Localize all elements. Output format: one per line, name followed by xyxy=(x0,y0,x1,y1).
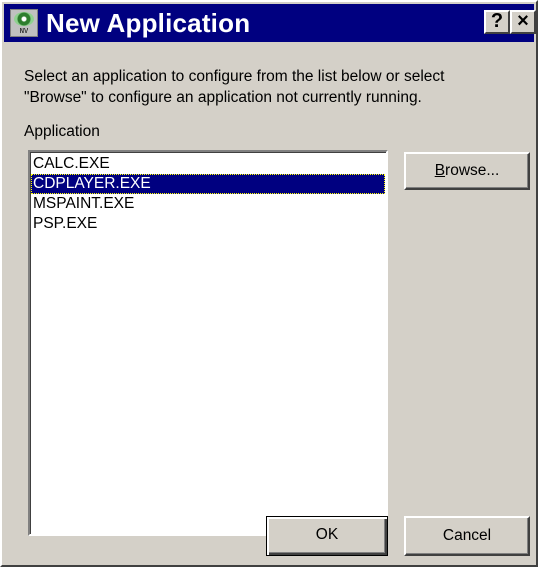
close-button[interactable]: × xyxy=(510,10,536,34)
list-item[interactable]: MSPAINT.EXE xyxy=(31,194,385,214)
app-disc-icon: NV xyxy=(10,9,38,37)
list-item[interactable]: CALC.EXE xyxy=(31,154,385,174)
browse-mnemonic: B xyxy=(434,162,446,179)
app-icon-label: NV xyxy=(19,27,29,35)
browse-label-rest: rowse... xyxy=(445,162,500,179)
application-list-label: Application xyxy=(24,123,100,140)
ok-button[interactable]: OK xyxy=(266,516,388,556)
dialog-window: NV New Application ? × Select an applica… xyxy=(0,0,538,567)
instructions-text: Select an application to configure from … xyxy=(24,68,445,106)
cancel-button[interactable]: Cancel xyxy=(404,516,530,556)
disc-graphic xyxy=(14,12,34,26)
window-title: New Application xyxy=(46,8,251,38)
list-item[interactable]: PSP.EXE xyxy=(31,214,385,234)
help-button[interactable]: ? xyxy=(484,10,510,34)
application-listbox[interactable]: CALC.EXE CDPLAYER.EXE MSPAINT.EXE PSP.EX… xyxy=(28,150,388,536)
browse-button[interactable]: Browse... xyxy=(404,152,530,190)
title-bar[interactable]: NV New Application ? × xyxy=(4,4,536,42)
list-item-selected[interactable]: CDPLAYER.EXE xyxy=(31,174,385,194)
